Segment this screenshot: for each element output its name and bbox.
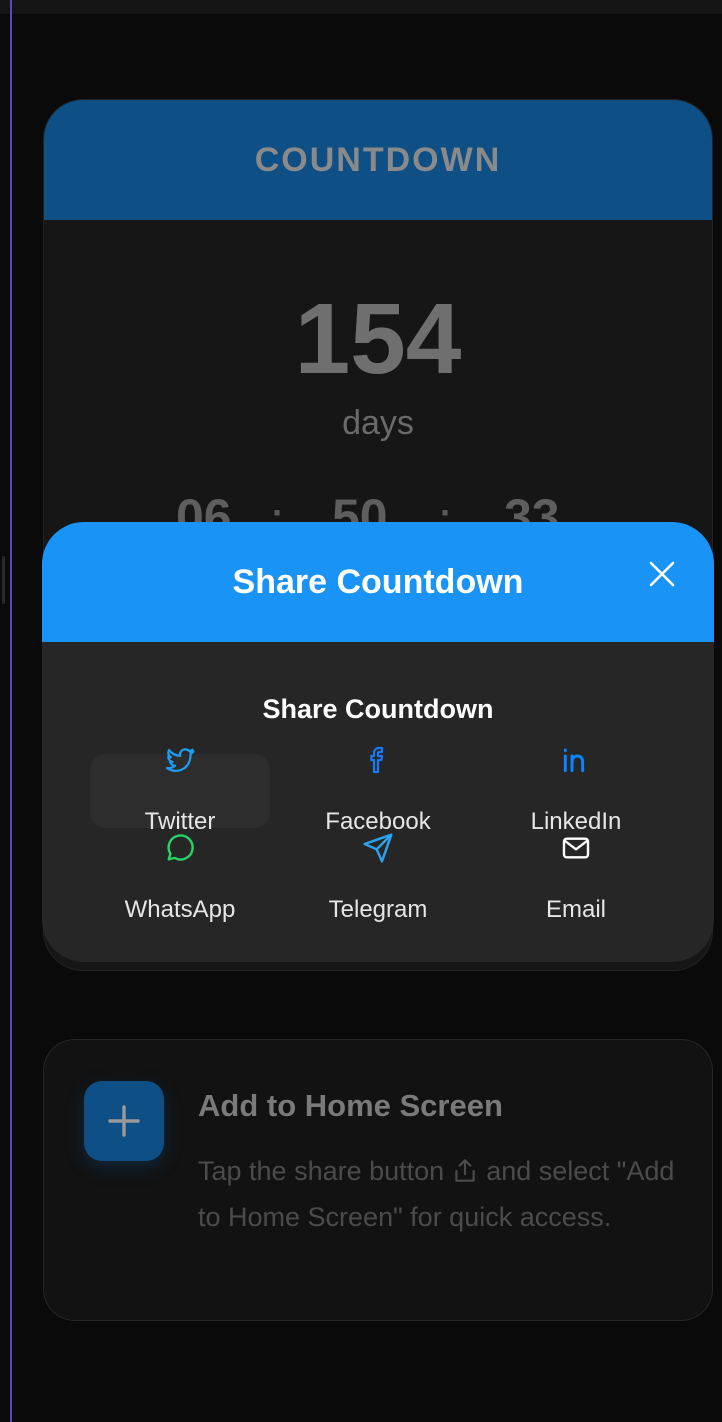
add-home-title: Add to Home Screen [198, 1088, 503, 1123]
plus-icon [108, 1105, 140, 1137]
resize-handle[interactable] [2, 556, 5, 604]
share-telegram-button[interactable]: Telegram [288, 833, 468, 923]
share-linkedin-button[interactable]: LinkedIn [486, 748, 666, 835]
facebook-icon [370, 746, 384, 774]
share-facebook-button[interactable]: Facebook [288, 746, 468, 835]
linkedin-icon [563, 748, 585, 773]
top-bar [0, 0, 722, 14]
whatsapp-icon [167, 834, 194, 861]
share-label: Email [545, 896, 606, 923]
twitter-icon [165, 748, 195, 772]
add-to-home-card: Add to Home Screen Tap the share button … [43, 1039, 713, 1321]
share-label: Telegram [328, 896, 428, 923]
days-value: 154 [294, 283, 462, 395]
countdown-header: COUNTDOWN [44, 100, 712, 220]
share-modal: Share Countdown Share Countdown Twitter … [42, 522, 714, 962]
share-modal-header: Share Countdown [42, 522, 714, 642]
share-label: WhatsApp [124, 896, 236, 923]
telegram-icon [363, 833, 393, 863]
add-home-description: Tap the share button and select "Add to … [198, 1148, 678, 1240]
add-home-tile [84, 1081, 164, 1161]
days-label: days [342, 404, 414, 442]
close-button[interactable] [646, 558, 678, 590]
share-icon [455, 1159, 475, 1182]
share-whatsapp-button[interactable]: WhatsApp [90, 834, 270, 923]
mail-icon [562, 837, 590, 859]
add-home-desc-before: Tap the share button [198, 1156, 445, 1186]
countdown-title: COUNTDOWN [254, 140, 502, 179]
share-twitter-button[interactable]: Twitter [90, 748, 270, 835]
share-modal-title: Share Countdown [232, 562, 524, 601]
close-icon [649, 561, 675, 587]
window-edge-line [10, 0, 12, 1422]
share-email-button[interactable]: Email [486, 837, 666, 923]
share-modal-subtitle: Share Countdown [262, 694, 494, 724]
